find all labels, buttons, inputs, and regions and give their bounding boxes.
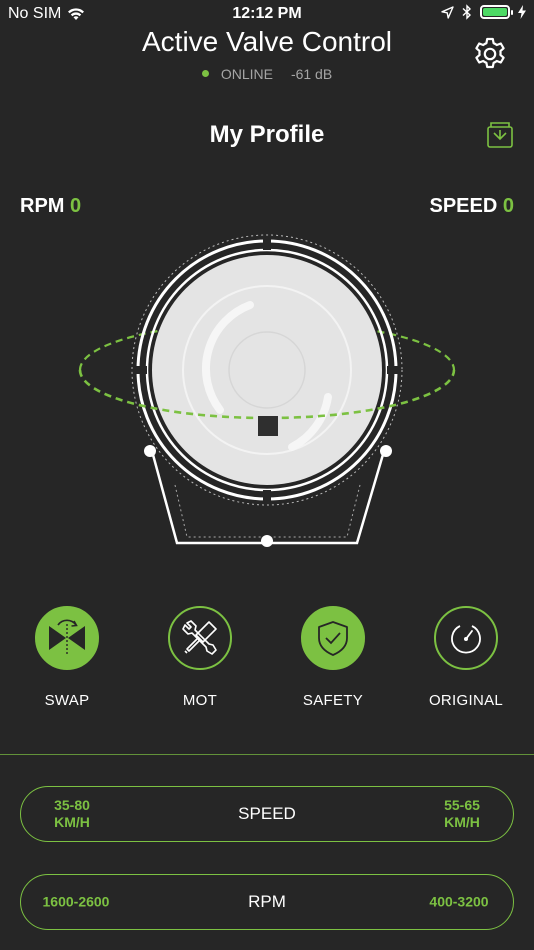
mode-swap-label: SWAP xyxy=(44,692,90,709)
speed-value: 0 xyxy=(502,195,514,217)
mode-selector: SWAP MOT SAFETY ORIGINAL xyxy=(0,606,534,716)
mode-mot-button[interactable]: MOT xyxy=(145,606,255,709)
speed-label: SPEED xyxy=(429,195,498,217)
mode-swap-circle[interactable] xyxy=(35,606,99,670)
speed-range-pill[interactable]: 35-80 KM/H SPEED 55-65 KM/H xyxy=(20,786,514,842)
mode-swap-button[interactable]: SWAP xyxy=(12,606,122,709)
shield-check-icon xyxy=(318,621,348,656)
profile-title: My Profile xyxy=(209,121,325,148)
valve-pivot-bottom xyxy=(261,535,273,547)
bluetooth-icon xyxy=(462,4,472,20)
valve-center-marker xyxy=(258,416,278,436)
mode-original-circle[interactable] xyxy=(434,606,498,670)
section-divider xyxy=(0,754,534,755)
rpm-value: 0 xyxy=(70,195,82,217)
rpm-range-max: 400-3200 xyxy=(429,893,489,910)
speed-readout: SPEED 0 xyxy=(430,195,515,218)
profile-download-icon[interactable] xyxy=(486,121,514,149)
mode-safety-circle[interactable] xyxy=(301,606,365,670)
online-indicator-dot xyxy=(201,69,209,77)
mode-safety-label: SAFETY xyxy=(302,692,364,709)
rpm-range-pill[interactable]: 1600-2600 RPM 400-3200 xyxy=(20,874,514,930)
valve-visualization xyxy=(78,234,456,547)
rpm-label: RPM xyxy=(20,195,65,217)
valve-pivot-right xyxy=(380,445,392,457)
mode-mot-circle[interactable] xyxy=(168,606,232,670)
connection-status: ONLINE xyxy=(220,66,273,82)
valve-pivot-left xyxy=(144,445,156,457)
location-arrow-icon xyxy=(441,5,454,19)
mode-safety-button[interactable]: SAFETY xyxy=(278,606,388,709)
valve-disc xyxy=(152,255,382,485)
charging-bolt-icon xyxy=(518,5,526,19)
tools-icon xyxy=(182,620,217,655)
rpm-readout: RPM 0 xyxy=(20,195,81,218)
battery-icon xyxy=(480,5,513,19)
swap-valve-icon xyxy=(49,619,85,654)
status-right xyxy=(441,4,526,20)
status-bar: No SIM 12:12 PM xyxy=(0,0,534,28)
speed-range-max: 55-65 KM/H xyxy=(444,797,480,830)
mode-original-button[interactable]: ORIGINAL xyxy=(411,606,521,709)
app-title: Active Valve Control xyxy=(141,26,393,57)
mode-original-label: ORIGINAL xyxy=(428,692,504,709)
signal-strength: -61 dB xyxy=(290,66,333,82)
gauge-icon xyxy=(451,625,481,654)
mode-mot-label: MOT xyxy=(182,692,218,709)
connection-status-row: ONLINE -61 dB xyxy=(0,66,534,82)
